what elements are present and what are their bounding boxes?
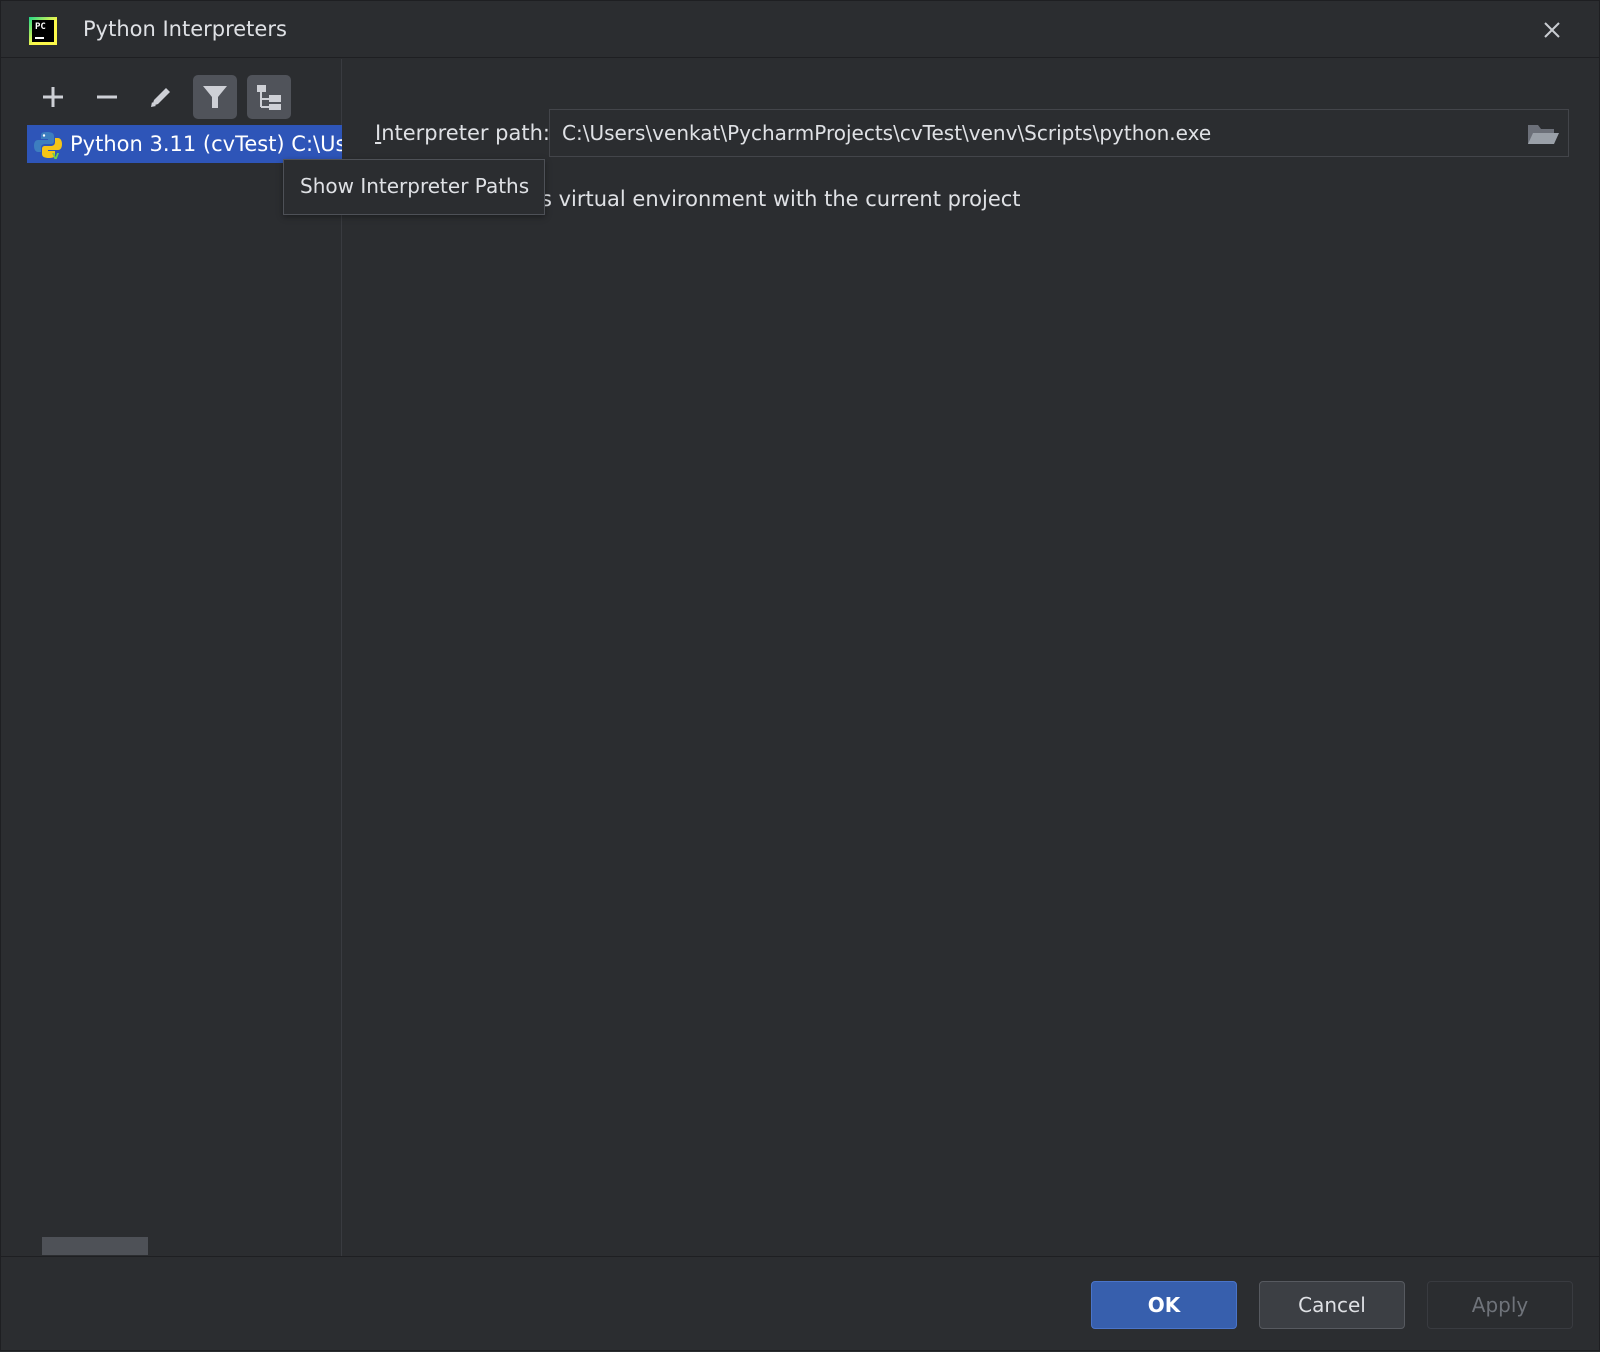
title-bar: PC Python Interpreters — [1, 1, 1600, 58]
interpreter-path-field — [549, 109, 1569, 157]
interpreter-list-panel: v Python 3.11 (cvTest) C:\Users\venkat\P… — [1, 59, 342, 1256]
python-venv-icon: v — [34, 132, 62, 160]
close-icon — [1544, 22, 1560, 38]
associate-venv-text: s virtual environment with the current p… — [541, 187, 1021, 211]
window-title: Python Interpreters — [83, 17, 287, 41]
add-interpreter-button[interactable] — [31, 75, 75, 119]
interpreter-label: Python 3.11 (cvTest) C:\Users\venkat\Pyc… — [70, 132, 342, 156]
edit-interpreter-button[interactable] — [139, 75, 183, 119]
minus-icon — [97, 95, 117, 99]
logo-text: PC — [35, 22, 46, 32]
close-button[interactable] — [1537, 15, 1567, 45]
filter-button[interactable] — [193, 75, 237, 119]
pencil-icon — [151, 88, 170, 107]
apply-button[interactable]: Apply — [1427, 1281, 1573, 1329]
pycharm-logo-icon: PC — [29, 17, 57, 45]
interpreter-list-item[interactable]: v Python 3.11 (cvTest) C:\Users\venkat\P… — [27, 125, 342, 163]
path-label-text: nterpreter path: — [381, 121, 551, 145]
plus-icon — [43, 87, 63, 107]
interpreter-path-label: Interpreter path: — [375, 121, 550, 145]
filter-icon — [203, 86, 227, 108]
tooltip: Show Interpreter Paths — [283, 159, 545, 215]
horizontal-scrollbar[interactable] — [42, 1237, 148, 1255]
python-interpreters-dialog: PC Python Interpreters v Python 3.11 (cv… — [0, 0, 1600, 1351]
tooltip-text: Show Interpreter Paths — [300, 174, 530, 198]
tree-icon — [257, 85, 281, 110]
dialog-footer: OK Cancel Apply — [1, 1256, 1600, 1352]
browse-folder-button[interactable] — [1526, 120, 1560, 148]
svg-text:v: v — [52, 149, 60, 160]
cancel-button[interactable]: Cancel — [1259, 1281, 1405, 1329]
ok-button[interactable]: OK — [1091, 1281, 1237, 1329]
remove-interpreter-button[interactable] — [85, 75, 129, 119]
interpreter-path-input[interactable] — [562, 117, 1502, 149]
show-interpreter-paths-button[interactable] — [247, 75, 291, 119]
folder-open-icon — [1528, 125, 1559, 144]
